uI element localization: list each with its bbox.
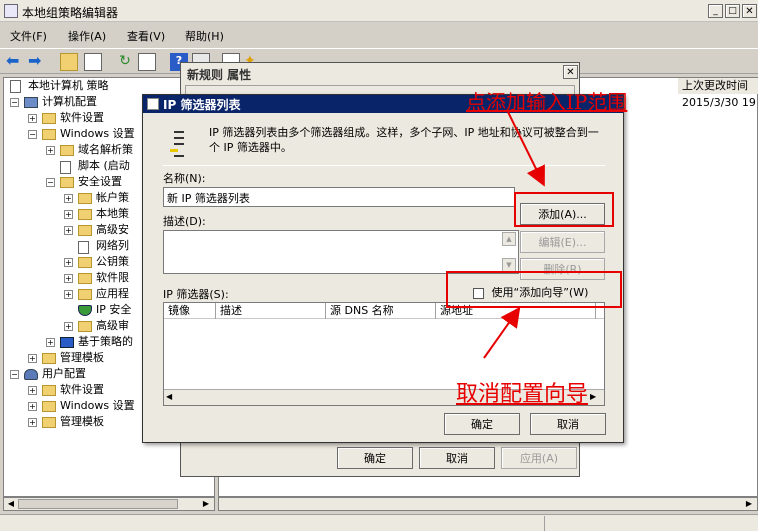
annotation-arrows (483, 111, 545, 359)
arrow-to-add (507, 111, 545, 187)
arrow-to-wizard (483, 306, 521, 359)
